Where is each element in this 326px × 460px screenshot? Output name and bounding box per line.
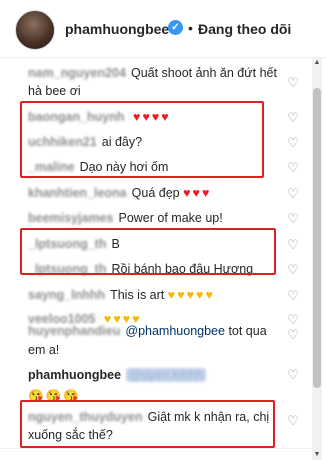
like-heart-icon[interactable]: ♡ [286, 328, 300, 342]
comment-username[interactable]: nam_nguyen204 [28, 66, 126, 80]
comment-username[interactable]: phamhuongbee [28, 368, 121, 382]
like-heart-icon[interactable]: ♡ [286, 289, 300, 303]
comment: beemisyjames Power of make up! [28, 209, 283, 227]
comment-mention[interactable]: @uyen.lnhhh [126, 368, 206, 382]
highlight-box [20, 228, 276, 275]
yellow-heart-icon: ♥ [196, 288, 204, 302]
like-heart-icon[interactable]: ♡ [286, 187, 300, 201]
highlight-box [20, 400, 275, 448]
comment-text: Power of make up! [118, 211, 223, 225]
yellow-heart-icon: ♥ [205, 288, 213, 302]
comment-hearts: ♥ ♥ ♥ [183, 186, 211, 200]
like-heart-icon[interactable]: ♡ [286, 263, 300, 277]
like-heart-icon[interactable]: ♡ [286, 111, 300, 125]
following-button[interactable]: Đang theo dõi [198, 21, 291, 37]
scroll-down-arrow-icon[interactable]: ▼ [312, 450, 322, 460]
comment-username[interactable]: beemisyjames [28, 211, 113, 225]
separator-dot: • [188, 20, 193, 36]
yellow-heart-icon: ♥ [186, 288, 195, 302]
yellow-heart-icon: ♥ [177, 288, 185, 302]
comment-mention[interactable]: @phamhuongbee [125, 324, 225, 338]
scroll-up-arrow-icon[interactable]: ▲ [312, 58, 322, 68]
header-username[interactable]: phamhuongbee [65, 21, 169, 37]
comment-username[interactable]: sayng_lnhhh [28, 288, 105, 302]
avatar[interactable] [15, 10, 55, 50]
yellow-heart-icon: ♥ [167, 288, 176, 302]
post-header: phamhuongbee ✓ • Đang theo dõi [0, 0, 326, 58]
like-heart-icon[interactable]: ♡ [286, 212, 300, 226]
like-heart-icon[interactable]: ♡ [286, 238, 300, 252]
red-heart-icon: ♥ [183, 186, 191, 200]
comment-hearts: ♥ ♥ ♥ ♥ ♥ [168, 288, 215, 302]
like-heart-icon[interactable]: ♡ [286, 161, 300, 175]
actions-bar [0, 448, 312, 460]
like-heart-icon[interactable]: ♡ [286, 313, 300, 327]
comment: khanhtien_leona Quá đẹp ♥ ♥ ♥ [28, 184, 283, 202]
like-heart-icon[interactable]: ♡ [286, 136, 300, 150]
like-heart-icon[interactable]: ♡ [286, 414, 300, 428]
scroll-thumb[interactable] [313, 88, 321, 388]
highlight-box [20, 101, 264, 178]
comment-text: Quá đẹp [131, 186, 180, 200]
red-heart-icon: ♥ [201, 186, 210, 200]
comment: huyenphandieu @phamhuongbee tot qua em a! [28, 322, 283, 360]
scrollbar[interactable]: ▲ ▼ [312, 58, 322, 460]
red-heart-icon: ♥ [192, 186, 200, 200]
comments-list: nam_nguyen204 Quất shoot ảnh ăn đứt hết h… [0, 58, 310, 460]
comment-username[interactable]: khanhtien_leona [28, 186, 127, 200]
verified-badge-icon: ✓ [168, 20, 183, 35]
like-heart-icon[interactable]: ♡ [286, 76, 300, 90]
comment: nam_nguyen204 Quất shoot ảnh ăn đứt hết h… [28, 64, 283, 100]
like-heart-icon[interactable]: ♡ [286, 368, 300, 382]
comment-username[interactable]: huyenphandieu [28, 324, 120, 338]
comment: sayng_lnhhh This is art ♥ ♥ ♥ ♥ ♥ [28, 286, 283, 304]
comment-text: This is art [110, 288, 165, 302]
